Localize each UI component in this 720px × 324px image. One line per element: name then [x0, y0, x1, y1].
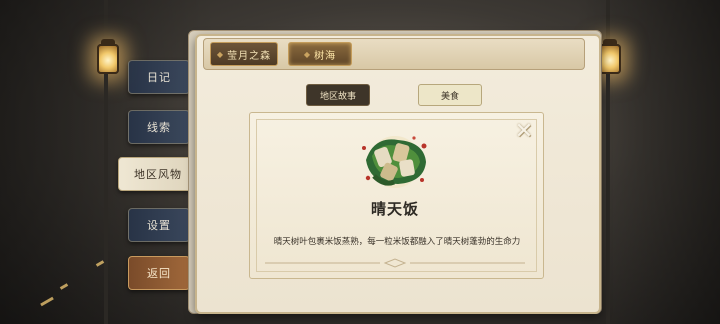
breadcrumb-area-button[interactable]: ◆ 树海 [288, 42, 352, 66]
food-description: 晴天树叶包裹米饭蒸熟，每一粒米饭都融入了晴天树蓬勃的生命力 [273, 237, 521, 247]
left-lamp-icon [97, 39, 119, 74]
nav-diary-button[interactable]: 日记 [128, 60, 190, 94]
right-lamp-icon [599, 39, 621, 74]
close-button[interactable]: ✕ [512, 119, 536, 144]
nav-clues-button[interactable]: 线索 [128, 110, 190, 144]
diamond-icon: ◆ [303, 49, 312, 59]
left-lamp-pole [104, 0, 108, 42]
diamond-icon: ◆ [216, 49, 225, 59]
breadcrumb-region-label: 莹月之森 [227, 50, 272, 62]
tab-region-story[interactable]: 地区故事 [306, 84, 370, 106]
nav-back-button[interactable]: 返回 [128, 256, 190, 290]
food-name-title: 晴天饭 [370, 200, 419, 218]
tab-food[interactable]: 美食 [418, 84, 482, 106]
food-illustration [362, 136, 427, 188]
divider-ornament [265, 258, 525, 268]
breadcrumb-area-label: 树海 [314, 50, 337, 62]
breadcrumb-region-button[interactable]: ◆ 莹月之森 [210, 42, 278, 66]
nav-regional-features-button[interactable]: 地区风物 [118, 157, 198, 191]
left-lamp-post [104, 74, 108, 324]
nav-settings-button[interactable]: 设置 [128, 208, 190, 242]
right-lamp-pole [606, 0, 610, 42]
right-lamp-post [606, 74, 610, 324]
